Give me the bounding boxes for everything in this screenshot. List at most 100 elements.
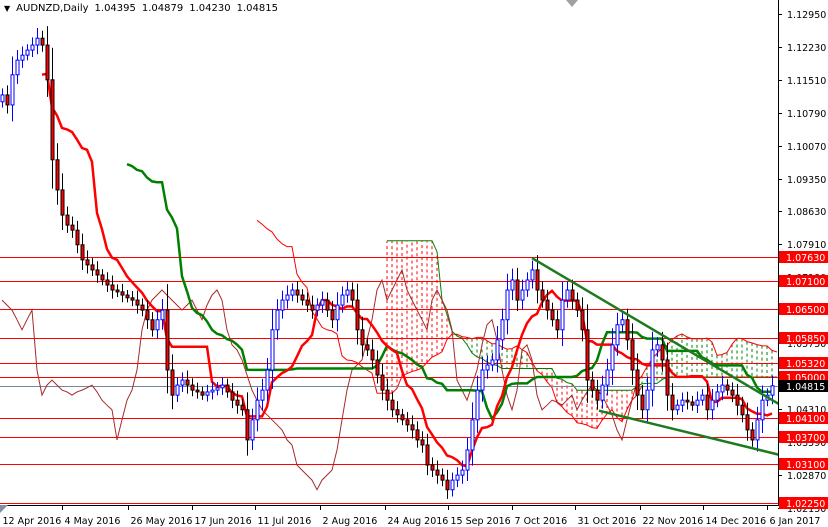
- bear-candle-body: [540, 289, 545, 301]
- candle: [125, 289, 130, 303]
- bull-candle-body: [620, 319, 625, 326]
- bull-candle-body: [175, 384, 180, 396]
- price-tick-label: 1.12230: [787, 43, 826, 54]
- candle: [680, 392, 685, 413]
- candle: [555, 310, 560, 339]
- chart-shift-marker-icon[interactable]: [566, 0, 578, 7]
- bull-candle-body: [455, 474, 460, 481]
- ohlc-open: 1.04395: [94, 3, 136, 14]
- bear-candle-body: [665, 359, 670, 396]
- candle: [530, 260, 535, 289]
- bear-candle-body: [75, 229, 80, 246]
- time-tick-label: 22 Nov 2016: [643, 516, 704, 527]
- bear-candle-body: [380, 374, 385, 391]
- candle: [175, 377, 180, 403]
- level-price-label: 1.04100: [786, 414, 825, 425]
- price-tick-label: 1.10070: [787, 142, 826, 153]
- candle: [510, 268, 515, 301]
- time-tick-label: 12 Apr 2016: [3, 516, 62, 527]
- bull-candle-body: [205, 391, 210, 396]
- bull-candle-body: [480, 369, 485, 391]
- candle: [730, 382, 735, 403]
- candle: [290, 283, 295, 302]
- dropdown-triangle-icon[interactable]: ▼: [4, 4, 10, 13]
- bull-candle-body: [345, 289, 350, 296]
- candle: [375, 350, 380, 384]
- bear-candle-body: [100, 274, 105, 281]
- candle: [350, 282, 355, 307]
- bear-candle-body: [545, 299, 550, 311]
- chart-header: ▼ AUDNZD,Daily 1.04395 1.04879 1.04230 1…: [4, 3, 278, 14]
- bull-candle-body: [255, 399, 260, 421]
- bear-candle-body: [585, 329, 590, 381]
- bear-candle-body: [385, 389, 390, 401]
- bull-candle-body: [260, 389, 265, 401]
- candle: [420, 431, 425, 453]
- candle: [20, 46, 25, 68]
- bull-candle-body: [565, 289, 570, 301]
- level-price-label: 1.06500: [786, 305, 825, 316]
- bear-candle-body: [105, 279, 110, 286]
- candle: [95, 261, 100, 283]
- senkou-span-a: [256, 219, 778, 429]
- ohlc-low: 1.04230: [189, 3, 231, 14]
- candle: [670, 383, 675, 421]
- price-chart[interactable]: 1.12950 1.12230 1.11510 1.10790 1.10070 1.093…: [0, 0, 828, 527]
- bull-candle-body: [180, 379, 185, 386]
- bear-candle-body: [535, 269, 540, 291]
- bear-candle-body: [730, 389, 735, 396]
- bull-candle-body: [770, 385, 775, 396]
- candle: [590, 371, 595, 398]
- candle: [425, 433, 430, 476]
- bear-candle-body: [195, 389, 200, 393]
- candle: [695, 391, 700, 413]
- candle: [280, 290, 285, 319]
- candle: [415, 421, 420, 448]
- candle: [585, 304, 590, 403]
- bear-candle-body: [85, 259, 90, 266]
- bull-candle-body: [265, 369, 270, 391]
- candle: [140, 298, 145, 317]
- bear-candle-body: [140, 304, 145, 311]
- bear-candle-body: [410, 424, 415, 431]
- bull-candle-body: [250, 419, 255, 441]
- candle: [620, 311, 625, 333]
- bear-candle-body: [430, 464, 435, 471]
- bull-candle-body: [615, 324, 620, 346]
- candle: [195, 382, 200, 399]
- time-tick-label: 24 Aug 2016: [388, 516, 449, 527]
- time-tick-label: 6 Jan 2017: [770, 516, 821, 527]
- candle: [385, 378, 390, 411]
- time-tick-label: 17 Jun 2016: [195, 516, 252, 527]
- bear-candle-body: [640, 394, 645, 411]
- candle: [370, 339, 375, 370]
- bear-candle-body: [60, 189, 65, 216]
- bull-candle-body: [700, 394, 705, 401]
- bear-candle-body: [5, 94, 10, 106]
- trendlines[interactable]: [531, 256, 781, 457]
- price-tick-label: 1.10790: [787, 109, 826, 120]
- bear-candle-body: [685, 399, 690, 403]
- candle: [445, 469, 450, 499]
- bear-candle-body: [135, 299, 140, 306]
- candle: [580, 297, 585, 342]
- bear-candle-body: [435, 469, 440, 476]
- candle: [115, 284, 120, 297]
- candle: [710, 389, 715, 420]
- candle: [310, 295, 315, 319]
- time-tick-label: 7 Oct 2016: [515, 516, 568, 527]
- candle: [725, 379, 730, 396]
- bear-candle-body: [200, 391, 205, 396]
- candle: [505, 273, 510, 335]
- candle: [30, 37, 35, 58]
- bear-candle-body: [310, 304, 315, 311]
- bull-candle-body: [605, 369, 610, 386]
- candle: [190, 378, 195, 397]
- candle: [455, 467, 460, 488]
- bull-candle-body: [520, 289, 525, 301]
- bear-candle-body: [110, 284, 115, 291]
- price-tick-label: 1.08630: [787, 207, 826, 218]
- candle: [450, 472, 455, 497]
- bear-candle-body: [735, 394, 740, 406]
- bear-candle-body: [230, 391, 235, 401]
